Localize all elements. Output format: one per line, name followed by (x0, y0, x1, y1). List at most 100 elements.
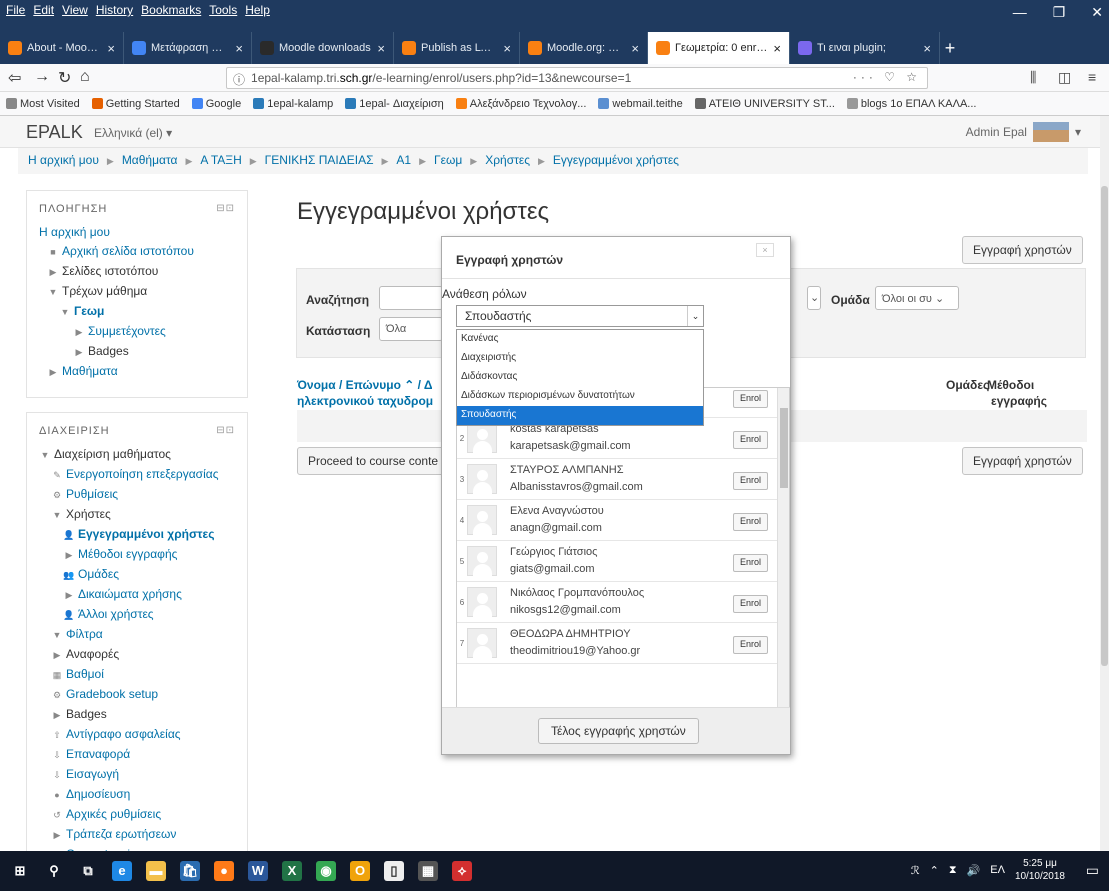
tree-item[interactable]: 👤 Εγγεγραμμένοι χρήστες (39, 525, 235, 545)
bookmark-item[interactable]: Google (191, 97, 241, 110)
reload-icon[interactable]: ↻ (58, 68, 71, 88)
name-column-header[interactable]: Όνομα / Επώνυμο ⌃ / Δ (297, 378, 433, 392)
url-bar[interactable]: ⓘ 1epal-kalamp.tri.sch.gr/e-learning/enr… (226, 67, 928, 89)
tree-item[interactable]: ▶ Συμμετέχοντες (39, 322, 235, 342)
input-language[interactable]: ΕΛ (990, 864, 1005, 876)
back-icon[interactable]: ⇦ (8, 68, 21, 88)
people-icon[interactable]: ℛ (911, 864, 920, 877)
close-tab-icon[interactable]: × (235, 41, 243, 56)
windows-start-icon[interactable]: ⊞ (10, 861, 30, 881)
acrobat-icon[interactable]: ⟡ (452, 861, 472, 881)
user-menu[interactable]: Admin Epal ▾ (966, 122, 1081, 142)
task-view-icon[interactable]: ⧉ (78, 861, 98, 881)
breadcrumb-item[interactable]: Γεωμ (434, 153, 462, 169)
chevron-down-icon[interactable]: ⌄ (687, 306, 703, 326)
bookmark-item[interactable]: Getting Started (91, 97, 180, 110)
browser-tab[interactable]: Μετάφραση Google × (124, 32, 252, 64)
proceed-to-course-button[interactable]: Proceed to course conte (297, 447, 450, 475)
outlook-icon[interactable]: O (350, 861, 370, 881)
breadcrumb-item[interactable]: Εγγεγραμμένοι χρήστες (553, 153, 679, 169)
group-select[interactable]: Όλοι οι συ ⌄ (875, 286, 959, 310)
chrome-icon[interactable]: ◉ (316, 861, 336, 881)
info-icon[interactable]: ⓘ (233, 71, 245, 87)
role-option[interactable]: Διδάσκοντας (457, 368, 703, 387)
bookmark-item[interactable]: 1epal-kalamp (253, 97, 333, 110)
breadcrumb-item[interactable]: Μαθήματα (122, 153, 178, 169)
close-tab-icon[interactable]: × (503, 41, 511, 56)
breadcrumb-item[interactable]: Α1 (396, 153, 411, 169)
enrol-users-button[interactable]: Εγγραφή χρηστών (962, 236, 1083, 264)
browser-tab[interactable]: Γεωμετρία: 0 enrolled × (648, 32, 790, 64)
scrollbar-thumb[interactable] (1101, 186, 1108, 666)
enrol-button[interactable]: Enrol (733, 390, 769, 408)
breadcrumb-item[interactable]: Χρήστες (485, 153, 530, 169)
tree-item[interactable]: ⚙ Ρυθμίσεις (39, 485, 235, 505)
enrol-button[interactable]: Enrol (733, 636, 769, 654)
bookmark-item[interactable]: ATEIΘ UNIVERSITY ST... (694, 97, 835, 110)
browser-tab[interactable]: Τι ειναι plugin; × (790, 32, 940, 64)
bookmark-item[interactable]: 1epal- Διαχείριση (345, 97, 444, 110)
enrol-button[interactable]: Enrol (733, 554, 769, 572)
bookmark-item[interactable]: blogs 1o ΕΠΑΛ ΚΑΛΑ... (846, 97, 976, 110)
scrollbar-thumb[interactable] (780, 408, 788, 488)
close-window-icon[interactable]: ✕ (1091, 4, 1103, 21)
search-input[interactable] (379, 286, 443, 310)
bookmark-item[interactable]: webmail.teithe (598, 97, 683, 110)
enrol-users-button-bottom[interactable]: Εγγραφή χρηστών (962, 447, 1083, 475)
menu-edit[interactable]: Edit (33, 3, 54, 17)
tree-item[interactable]: ↺ Αρχικές ρυθμίσεις (39, 805, 235, 825)
tree-item[interactable]: ▼ Φίλτρα (39, 625, 235, 645)
role-option[interactable]: Διδάσκων περιορισμένων δυνατοτήτων (457, 387, 703, 406)
sidebar-icon[interactable]: ◫ (1058, 69, 1071, 86)
browser-tab[interactable]: Publish as LTI tool - M × (394, 32, 520, 64)
home-icon[interactable]: ⌂ (80, 68, 90, 86)
tree-item[interactable]: 👤 Άλλοι χρήστες (39, 605, 235, 625)
search-icon[interactable]: ⚲ (44, 861, 64, 881)
tree-item[interactable]: ▶ Δικαιώματα χρήσης (39, 585, 235, 605)
breadcrumb-item[interactable]: Η αρχική μου (28, 153, 99, 169)
close-tab-icon[interactable]: × (631, 41, 639, 56)
store-icon[interactable]: 🛍 (180, 861, 200, 881)
role-option[interactable]: Διαχειριστής (457, 349, 703, 368)
browser-tab[interactable]: Moodle downloads × (252, 32, 394, 64)
enrol-button[interactable]: Enrol (733, 431, 769, 449)
volume-icon[interactable]: 🔊 (967, 864, 981, 877)
tree-item[interactable]: ⇩ Επαναφορά (39, 745, 235, 765)
hamburger-menu-icon[interactable]: ≡ (1088, 69, 1096, 85)
bookmark-item[interactable]: Αλεξάνδρειο Τεχνολογ... (455, 97, 586, 110)
role-filter-select[interactable]: ⌄ (807, 286, 821, 310)
new-tab-icon[interactable]: + (940, 32, 960, 64)
browser-tab[interactable]: About - Moodle × (0, 32, 124, 64)
role-option[interactable]: Σπουδαστής (457, 406, 703, 425)
enrol-button[interactable]: Enrol (733, 513, 769, 531)
tray-chevron-icon[interactable]: ⌃ (930, 864, 939, 877)
restore-icon[interactable]: ❐ (1053, 4, 1066, 21)
menu-help[interactable]: Help (245, 3, 270, 17)
notification-icon[interactable]: ▭ (1086, 862, 1099, 879)
browser-tab[interactable]: Moodle.org: Moodle S × (520, 32, 648, 64)
file-explorer-icon[interactable]: ▬ (146, 861, 166, 881)
role-option[interactable]: Κανένας (457, 330, 703, 349)
site-brand[interactable]: EPALK (26, 122, 83, 143)
tree-item[interactable]: ▼ Γεωμ (39, 302, 235, 322)
language-menu[interactable]: Ελληνικά (el) ▾ (94, 126, 172, 140)
tree-item[interactable]: Η αρχική μου (39, 223, 235, 242)
enrol-button[interactable]: Enrol (733, 472, 769, 490)
bookmark-item[interactable]: Most Visited (6, 97, 80, 110)
url-actions[interactable]: ··· ♡ ☆ (853, 70, 921, 84)
close-icon[interactable]: × (756, 243, 774, 257)
minimize-icon[interactable]: — (1013, 4, 1027, 21)
tree-item[interactable]: ● Δημοσίευση (39, 785, 235, 805)
avatar[interactable] (1032, 122, 1069, 142)
tree-item[interactable]: ▶ Μέθοδοι εγγραφής (39, 545, 235, 565)
firefox-icon[interactable]: ● (214, 861, 234, 881)
tree-item[interactable]: ⚙ Gradebook setup (39, 685, 235, 705)
app-icon[interactable]: ▦ (418, 861, 438, 881)
breadcrumb-item[interactable]: ΓΕΝΙΚΗΣ ΠΑΙΔΕΙΑΣ (265, 153, 374, 169)
user-list-scrollbar[interactable] (777, 388, 789, 713)
tree-item[interactable]: ▶ Μαθήματα (39, 362, 235, 382)
excel-icon[interactable]: X (282, 861, 302, 881)
close-tab-icon[interactable]: × (107, 41, 115, 56)
close-tab-icon[interactable]: × (923, 41, 931, 56)
forward-icon[interactable]: → (34, 68, 50, 86)
